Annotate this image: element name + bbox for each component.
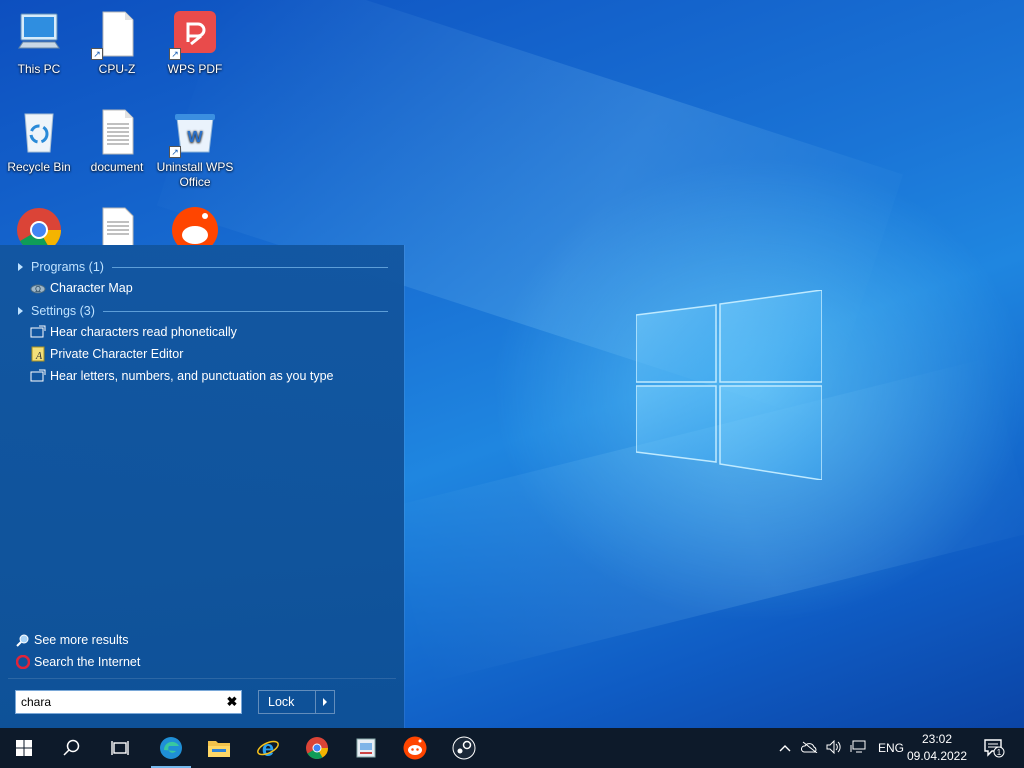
result-hear-letters[interactable]: Hear letters, numbers, and punctuation a… bbox=[30, 366, 334, 386]
desktop-icon-uninstall-wps[interactable]: W ↗ Uninstall WPS Office bbox=[156, 108, 234, 190]
programs-group-label: Programs (1) bbox=[31, 260, 104, 274]
opera-icon bbox=[15, 654, 31, 670]
desktop-icon-file[interactable] bbox=[78, 206, 156, 245]
taskbar-edge[interactable] bbox=[147, 728, 195, 768]
result-label: Hear letters, numbers, and punctuation a… bbox=[50, 369, 334, 383]
shortcut-arrow-icon: ↗ bbox=[169, 48, 181, 60]
computer-icon bbox=[15, 10, 63, 58]
taskbar-reddit[interactable] bbox=[391, 728, 439, 768]
svg-text:A: A bbox=[35, 351, 43, 362]
folder-icon bbox=[208, 741, 230, 757]
desktop-icon-reddit[interactable] bbox=[156, 206, 234, 245]
shortcut-arrow-icon: ↗ bbox=[169, 146, 181, 158]
text-document-icon bbox=[93, 206, 141, 245]
search-internet-label: Search the Internet bbox=[34, 655, 141, 669]
svg-text:e: e bbox=[262, 736, 274, 760]
notification-count: 1 bbox=[997, 748, 1002, 757]
narrator-settings-icon bbox=[30, 324, 46, 340]
lock-button[interactable]: Lock bbox=[258, 690, 335, 714]
settings-group-header[interactable]: Settings (3) bbox=[18, 302, 388, 320]
start-button[interactable] bbox=[0, 728, 48, 768]
magnifier-icon bbox=[16, 633, 30, 647]
recycle-bin-icon bbox=[15, 108, 63, 156]
notification-icon: 1 bbox=[984, 739, 1005, 758]
desktop-icon-label: CPU-Z bbox=[98, 62, 136, 76]
see-more-results-label: See more results bbox=[34, 633, 129, 647]
lock-button-label: Lock bbox=[268, 695, 295, 709]
chrome-icon bbox=[15, 206, 63, 245]
reddit-icon bbox=[171, 206, 219, 245]
start-menu: Programs (1) Ω Character Map Settings (3… bbox=[0, 245, 404, 728]
result-hear-characters[interactable]: Hear characters read phonetically bbox=[30, 322, 237, 342]
desktop-icon-this-pc[interactable]: This PC bbox=[0, 10, 78, 77]
desktop-icon-wps-pdf[interactable]: ↗ WPS PDF bbox=[156, 10, 234, 77]
result-private-character-editor[interactable]: A Private Character Editor bbox=[30, 344, 183, 364]
character-map-icon: Ω bbox=[30, 280, 46, 296]
clock-time: 23:02 bbox=[921, 732, 953, 746]
taskbar-wordpad[interactable] bbox=[342, 728, 390, 768]
taskbar-internet-explorer[interactable]: e bbox=[244, 728, 292, 768]
edge-icon bbox=[160, 737, 182, 759]
internet-explorer-icon: e bbox=[257, 736, 279, 760]
wps-pdf-icon: ↗ bbox=[169, 10, 219, 60]
clear-search-icon[interactable]: ✖ bbox=[223, 694, 241, 710]
windows-logo-wallpaper bbox=[636, 290, 822, 480]
system-tray: ENG bbox=[776, 728, 904, 768]
search-internet-link[interactable]: Search the Internet bbox=[15, 654, 141, 670]
volume-icon[interactable] bbox=[822, 739, 846, 757]
wordpad-icon bbox=[356, 738, 376, 758]
group-divider bbox=[111, 266, 388, 268]
settings-group-label: Settings (3) bbox=[31, 304, 95, 318]
onedrive-offline-icon[interactable] bbox=[798, 741, 822, 756]
desktop-icon-chrome[interactable] bbox=[0, 206, 78, 245]
power-options-arrow[interactable] bbox=[315, 691, 334, 713]
result-label: Hear characters read phonetically bbox=[50, 325, 237, 339]
taskbar-file-explorer[interactable] bbox=[195, 728, 243, 768]
group-divider bbox=[102, 310, 388, 312]
desktop-icon-cpu-z[interactable]: ↗ CPU-Z bbox=[78, 10, 156, 77]
clock-date: 09.04.2022 bbox=[906, 749, 968, 763]
wps-uninstall-icon: W ↗ bbox=[169, 108, 219, 158]
result-label: Character Map bbox=[50, 281, 133, 295]
show-hidden-icons-chevron-icon[interactable] bbox=[776, 741, 794, 755]
taskbar-chrome[interactable] bbox=[293, 728, 341, 768]
windows-icon bbox=[16, 740, 32, 756]
desktop-icon-label: Recycle Bin bbox=[7, 160, 71, 174]
search-icon bbox=[63, 739, 80, 756]
svg-text:W: W bbox=[187, 129, 203, 146]
desktop-icon-label: WPS PDF bbox=[167, 62, 223, 76]
chrome-icon bbox=[306, 737, 328, 759]
blank-file-icon: ↗ bbox=[91, 10, 141, 60]
desktop-icon-document[interactable]: document bbox=[78, 108, 156, 175]
see-more-results-link[interactable]: See more results bbox=[16, 633, 128, 647]
desktop-icon-label: This PC bbox=[17, 62, 61, 76]
result-character-map[interactable]: Ω Character Map bbox=[30, 278, 133, 298]
desktop-icon-label: document bbox=[90, 160, 144, 174]
task-view-icon bbox=[111, 741, 129, 755]
text-document-icon bbox=[93, 108, 141, 156]
taskbar-steam[interactable] bbox=[440, 728, 488, 768]
reddit-icon bbox=[403, 736, 427, 760]
clock[interactable]: 23:02 09.04.2022 bbox=[900, 731, 974, 765]
start-menu-separator bbox=[8, 678, 396, 679]
network-icon[interactable] bbox=[846, 740, 870, 757]
programs-group-header[interactable]: Programs (1) bbox=[18, 258, 388, 276]
action-center-button[interactable]: 1 bbox=[972, 728, 1016, 768]
task-view-button[interactable] bbox=[96, 728, 144, 768]
expand-triangle-icon bbox=[18, 263, 23, 271]
shortcut-arrow-icon: ↗ bbox=[91, 48, 103, 60]
narrator-settings-icon bbox=[30, 368, 46, 384]
result-label: Private Character Editor bbox=[50, 347, 184, 361]
taskbar: e ENG 23:02 09.04.2022 1 bbox=[0, 728, 1024, 768]
taskbar-search-button[interactable] bbox=[48, 728, 96, 768]
expand-triangle-icon bbox=[18, 307, 23, 315]
desktop-icon-label: Uninstall WPS Office bbox=[156, 160, 234, 189]
svg-text:Ω: Ω bbox=[35, 285, 41, 294]
steam-icon bbox=[452, 736, 476, 760]
desktop-icon-recycle-bin[interactable]: Recycle Bin bbox=[0, 108, 78, 175]
start-search-box[interactable]: ✖ bbox=[15, 690, 242, 714]
search-input[interactable] bbox=[16, 695, 223, 709]
private-character-editor-icon: A bbox=[30, 346, 46, 362]
